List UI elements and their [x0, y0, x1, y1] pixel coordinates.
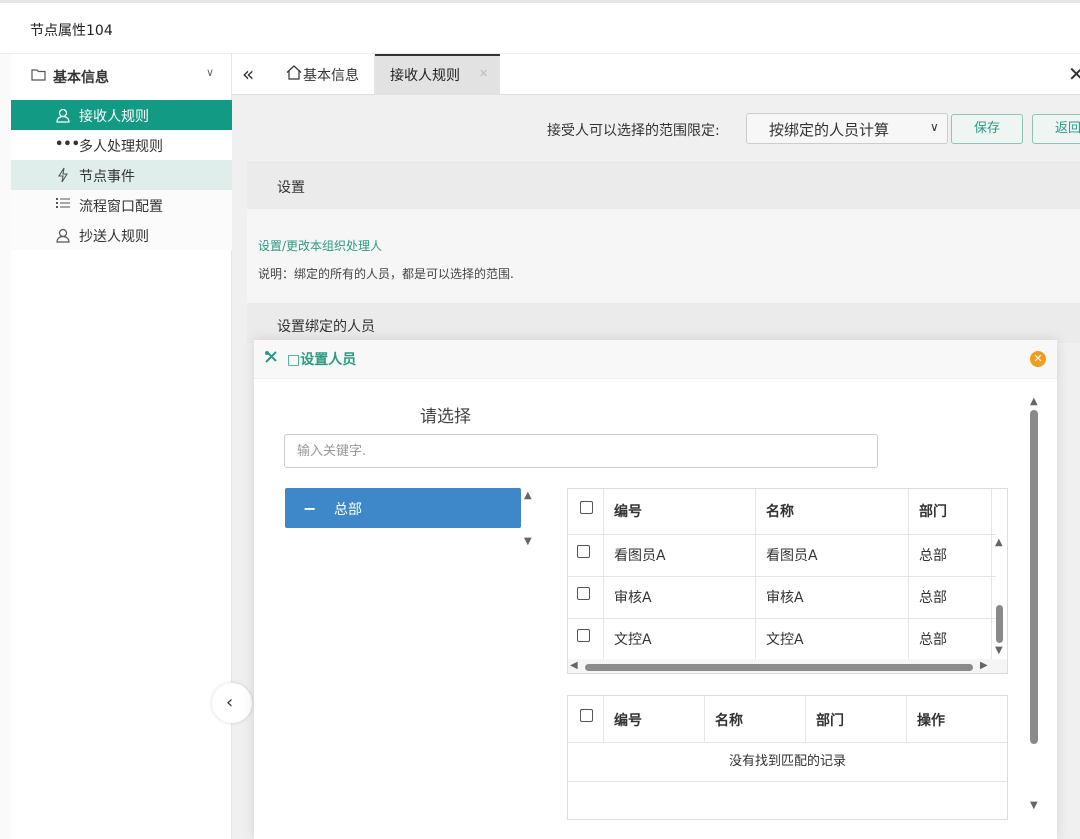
select-all-checkbox[interactable]	[580, 501, 593, 514]
settings-panel: 设置 设置/更改本组织处理人 说明：绑定的所有的人员，都是可以选择的范围.	[247, 162, 1080, 303]
close-icon[interactable]: ✕	[1030, 351, 1046, 367]
sidebar-item-window-config[interactable]: 流程窗口配置	[11, 190, 232, 220]
chevron-down-icon[interactable]: ∨	[206, 66, 214, 79]
table-cell: 总部	[909, 577, 992, 619]
sidebar-item-label: 接收人规则	[79, 109, 149, 125]
table-row[interactable]: 文控A 文控A 总部	[568, 619, 996, 661]
table-row[interactable]: 看图员A 看图员A 总部	[568, 535, 996, 577]
dialog-vertical-scrollbar[interactable]	[1030, 410, 1038, 744]
list-icon	[55, 197, 71, 213]
vertical-scrollbar[interactable]	[996, 605, 1003, 643]
table-cell: 看图员A	[604, 535, 756, 577]
sidebar-section-header[interactable]: 基本信息 ∨	[11, 54, 232, 98]
scroll-right-icon[interactable]: ▶	[980, 660, 988, 671]
column-header[interactable]: 编号	[604, 696, 705, 743]
scroll-up-icon[interactable]: ▲	[995, 537, 1003, 548]
empty-message: 没有找到匹配的记录	[568, 743, 1007, 782]
chevron-down-icon: ∨	[930, 120, 939, 134]
title-bar: 节点属性104	[0, 0, 1080, 54]
table-cell: 总部	[909, 619, 992, 661]
range-select-value: 按绑定的人员计算	[769, 121, 890, 139]
close-icon[interactable]: ✕	[1068, 62, 1080, 86]
sidebar-item-label: 抄送人规则	[79, 229, 149, 245]
table-cell: 看图员A	[756, 535, 909, 577]
bound-users-header: 设置绑定的人员	[247, 303, 1080, 343]
settings-header: 设置	[247, 163, 1080, 209]
sidebar-item-label: 多人处理规则	[79, 139, 163, 155]
bound-users-title: 设置绑定的人员	[277, 319, 375, 335]
collapse-icon[interactable]: −	[303, 499, 316, 518]
scroll-down-icon[interactable]: ▼	[524, 536, 532, 547]
table-header-row: 编号 名称 部门	[568, 489, 996, 535]
close-icon[interactable]: ✕	[479, 67, 488, 80]
column-header[interactable]: 名称	[705, 696, 806, 743]
column-header[interactable]: 操作	[907, 696, 1007, 743]
row-checkbox[interactable]	[577, 545, 590, 558]
double-chevron-left-icon[interactable]: «	[242, 62, 254, 86]
tools-icon	[264, 350, 278, 368]
scroll-left-icon[interactable]: ◀	[570, 660, 578, 671]
sidebar-item-node-event[interactable]: 节点事件	[11, 160, 232, 190]
select-all-checkbox[interactable]	[580, 709, 593, 722]
range-label: 接受人可以选择的范围限定:	[547, 123, 720, 139]
collapse-sidebar-button[interactable]: ‹	[212, 683, 252, 723]
keyword-search-input[interactable]	[284, 434, 878, 468]
change-handler-link[interactable]: 设置/更改本组织处理人	[258, 237, 382, 254]
sidebar-item-receiver-rule[interactable]: 接收人规则	[11, 100, 232, 130]
table-cell: 审核A	[756, 577, 909, 619]
scroll-up-icon[interactable]: ▲	[1030, 396, 1038, 407]
table-cell: 文控A	[756, 619, 909, 661]
horizontal-scroll-track: ◀ ▶	[568, 659, 1007, 673]
set-users-dialog: □设置人员 ✕ 请选择 − 总部 ▲ ▼ 编号 名称 部门 看图员A 看图员A …	[254, 340, 1057, 839]
bolt-icon	[55, 167, 71, 183]
column-header[interactable]: 编号	[604, 489, 756, 535]
tab-label: 接收人规则	[390, 68, 460, 84]
save-button[interactable]: 保存	[951, 114, 1023, 144]
dialog-title: □设置人员	[287, 352, 357, 368]
column-header[interactable]: 部门	[909, 489, 992, 535]
sidebar: 基本信息 ∨ 接收人规则 ••• 多人处理规则 节点事件 流程窗口配置 抄送人规…	[11, 54, 232, 839]
sidebar-item-multi-rule[interactable]: ••• 多人处理规则	[11, 130, 232, 160]
tab-label: 基本信息	[303, 68, 359, 84]
scroll-down-icon[interactable]: ▼	[995, 645, 1003, 656]
settings-note: 说明：绑定的所有的人员，都是可以选择的范围.	[258, 267, 514, 281]
scroll-down-icon[interactable]: ▼	[1030, 800, 1038, 811]
pick-title: 请选择	[420, 407, 471, 427]
candidate-users-table: 编号 名称 部门 看图员A 看图员A 总部 审核A 审核A 总部 文控A 文控A…	[567, 488, 1008, 674]
horizontal-scrollbar[interactable]	[585, 664, 973, 671]
user-icon	[55, 107, 71, 123]
table-cell: 总部	[909, 535, 992, 577]
tree-node-headquarters[interactable]: − 总部	[285, 488, 521, 528]
sidebar-section-label: 基本信息	[53, 70, 109, 86]
user-icon	[55, 227, 71, 243]
window-title: 节点属性104	[30, 23, 113, 39]
table-cell: 文控A	[604, 619, 756, 661]
sidebar-item-label: 节点事件	[79, 169, 135, 185]
table-row[interactable]: 审核A 审核A 总部	[568, 577, 996, 619]
settings-title: 设置	[277, 180, 305, 196]
column-header[interactable]: 部门	[806, 696, 907, 743]
home-icon	[286, 65, 302, 84]
range-select[interactable]: 按绑定的人员计算 ∨	[746, 113, 948, 144]
sidebar-item-cc-rule[interactable]: 抄送人规则	[11, 220, 232, 250]
tree-node-label: 总部	[334, 502, 362, 518]
table-cell: 审核A	[604, 577, 756, 619]
dialog-header: □设置人员 ✕	[254, 340, 1057, 379]
column-header[interactable]: 名称	[756, 489, 909, 535]
scroll-up-icon[interactable]: ▲	[524, 490, 532, 501]
table-header-row: 编号 名称 部门 操作	[568, 696, 1007, 743]
folder-icon	[31, 68, 46, 85]
chevron-left-icon: ‹	[226, 692, 234, 713]
selected-users-table: 编号 名称 部门 操作 没有找到匹配的记录	[567, 695, 1008, 820]
sidebar-item-label: 流程窗口配置	[79, 199, 163, 215]
row-checkbox[interactable]	[577, 629, 590, 642]
ellipsis-icon: •••	[55, 137, 80, 152]
tab-basic-info[interactable]: 基本信息	[272, 54, 375, 94]
tab-receiver-rule[interactable]: 接收人规则 ✕	[375, 54, 500, 95]
back-button[interactable]: 返回	[1032, 114, 1080, 144]
tab-bar: « 基本信息 接收人规则 ✕ ✕	[232, 54, 1080, 95]
row-checkbox[interactable]	[577, 587, 590, 600]
